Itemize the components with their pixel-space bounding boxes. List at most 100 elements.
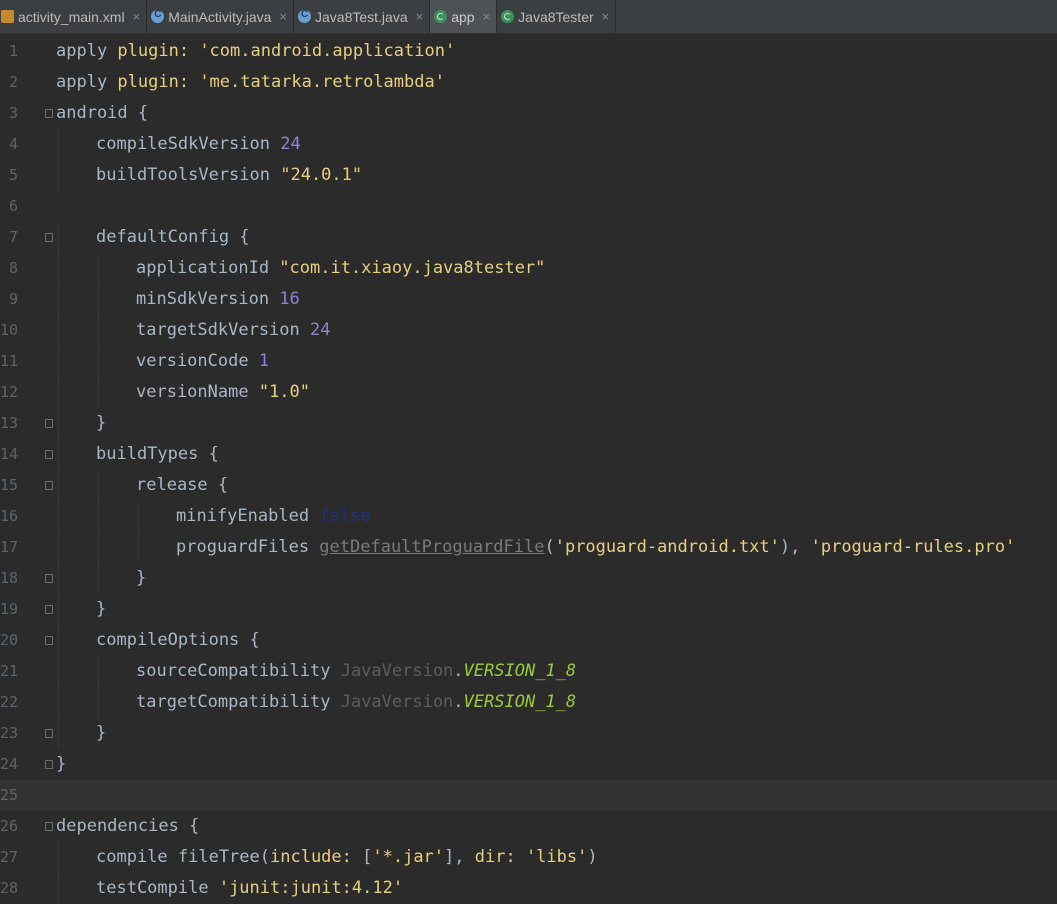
indent-guide (58, 470, 60, 501)
code-line[interactable]: 10 targetSdkVersion 24 (0, 315, 1057, 346)
indent-guide (98, 501, 100, 532)
line-number: 17 (0, 538, 18, 556)
fold-marker-icon[interactable] (45, 419, 53, 428)
code-line[interactable]: 17 proguardFiles getDefaultProguardFile('… (0, 532, 1057, 563)
code-line[interactable]: 22 targetCompatibility JavaVersion.VERSIO… (0, 687, 1057, 718)
code-line[interactable]: 7 defaultConfig { (0, 222, 1057, 253)
code-token: targetCompatibility (136, 692, 341, 712)
code-token: 'com.android.application' (199, 41, 456, 61)
code-token: } (96, 599, 107, 619)
code-token: proguardFiles (176, 537, 320, 557)
code-line[interactable]: 25 (0, 780, 1057, 811)
code-text: } (96, 718, 106, 749)
code-token: testCompile (96, 878, 219, 898)
indent-guide (58, 408, 60, 439)
code-line[interactable]: 9 minSdkVersion 16 (0, 284, 1057, 315)
line-number: 23 (0, 724, 18, 742)
code-line[interactable]: 28 testCompile 'junit:junit:4.12' (0, 873, 1057, 904)
tab-app[interactable]: app × (430, 0, 498, 33)
line-number: 19 (0, 600, 18, 618)
code-line[interactable]: 4 compileSdkVersion 24 (0, 129, 1057, 160)
code-token: 24 (310, 320, 331, 340)
code-token: "1.0" (258, 382, 311, 402)
tab-java8test-java[interactable]: Java8Test.java × (294, 0, 431, 33)
fold-marker-icon[interactable] (45, 605, 53, 614)
code-text: dependencies { (56, 811, 199, 842)
code-token: ], (444, 847, 475, 867)
line-number: 10 (0, 321, 18, 339)
close-icon[interactable]: × (483, 9, 491, 24)
line-number: 12 (0, 383, 18, 401)
code-line[interactable]: 16 minifyEnabled false (0, 501, 1057, 532)
code-line[interactable]: 27 compile fileTree(include: ['*.jar'], d… (0, 842, 1057, 873)
code-line[interactable]: 18} (0, 563, 1057, 594)
code-line[interactable]: 23} (0, 718, 1057, 749)
code-text: proguardFiles getDefaultProguardFile('pr… (176, 532, 1015, 563)
indent-guide (98, 563, 100, 594)
line-number: 11 (0, 352, 18, 370)
code-token: VERSION_1_8 (463, 661, 577, 681)
indent-guide (58, 129, 60, 160)
code-text: defaultConfig { (96, 222, 250, 253)
code-token: ) (587, 847, 598, 867)
close-icon[interactable]: × (602, 9, 610, 24)
code-line[interactable]: 1 apply plugin: 'com.android.application' (0, 36, 1057, 67)
code-line[interactable]: 8 applicationId "com.it.xiaoy.java8tester… (0, 253, 1057, 284)
code-token: 'libs' (525, 847, 588, 867)
code-line[interactable]: 19} (0, 594, 1057, 625)
code-line[interactable]: 2 apply plugin: 'me.tatarka.retrolambda' (0, 67, 1057, 98)
indent-guide (58, 160, 60, 191)
fold-marker-icon[interactable] (45, 729, 53, 738)
code-token: "com.it.xiaoy.java8tester" (279, 258, 546, 278)
line-number: 7 (8, 228, 18, 246)
fold-marker-icon[interactable] (45, 481, 53, 490)
code-token: 'proguard-android.txt' (554, 537, 780, 557)
code-text: versionCode 1 (136, 346, 269, 377)
code-text: versionName "1.0" (136, 377, 310, 408)
close-icon[interactable]: × (416, 9, 424, 24)
close-icon[interactable]: × (279, 9, 287, 24)
indent-guide (58, 315, 60, 346)
code-line[interactable]: 11 versionCode 1 (0, 346, 1057, 377)
fold-marker-icon[interactable] (45, 109, 53, 118)
code-token: compileOptions { (96, 630, 260, 650)
close-icon[interactable]: × (133, 9, 141, 24)
code-text: testCompile 'junit:junit:4.12' (96, 873, 403, 904)
code-token: 16 (279, 289, 300, 309)
xml-file-icon (1, 10, 14, 23)
tab-mainactivity-java[interactable]: MainActivity.java × (147, 0, 294, 33)
fold-marker-icon[interactable] (45, 233, 53, 242)
line-number: 14 (0, 445, 18, 463)
code-line[interactable]: 12 versionName "1.0" (0, 377, 1057, 408)
code-line[interactable]: 21 sourceCompatibility JavaVersion.VERSIO… (0, 656, 1057, 687)
code-token: compile fileTree( (96, 847, 270, 867)
line-number: 6 (8, 197, 18, 215)
fold-marker-icon[interactable] (45, 450, 53, 459)
code-token: apply (56, 72, 118, 92)
code-text: } (56, 749, 66, 780)
code-token: versionCode (136, 351, 259, 371)
tab-java8tester[interactable]: Java8Tester × (497, 0, 617, 33)
fold-marker-icon[interactable] (45, 760, 53, 769)
code-line[interactable]: 24} (0, 749, 1057, 780)
fold-marker-icon[interactable] (45, 822, 53, 831)
code-line[interactable]: 13} (0, 408, 1057, 439)
fold-marker-icon[interactable] (45, 574, 53, 583)
indent-guide (58, 718, 60, 749)
code-editor[interactable]: 1 apply plugin: 'com.android.application'… (0, 34, 1057, 904)
code-line[interactable]: 3 android { (0, 98, 1057, 129)
code-line[interactable]: 26 dependencies { (0, 811, 1057, 842)
line-number: 4 (8, 135, 18, 153)
code-line[interactable]: 20 compileOptions { (0, 625, 1057, 656)
fold-marker-icon[interactable] (45, 636, 53, 645)
code-token: false (319, 506, 371, 526)
code-line[interactable]: 14 buildTypes { (0, 439, 1057, 470)
code-text: minifyEnabled false (176, 501, 370, 532)
code-text: android { (56, 98, 148, 129)
code-line[interactable]: 6 (0, 191, 1057, 222)
code-line[interactable]: 5 buildToolsVersion "24.0.1" (0, 160, 1057, 191)
indent-guide (58, 687, 60, 718)
code-line[interactable]: 15 release { (0, 470, 1057, 501)
gradle-icon (434, 10, 448, 23)
tab-activity-main-xml[interactable]: activity_main.xml × (0, 0, 148, 33)
